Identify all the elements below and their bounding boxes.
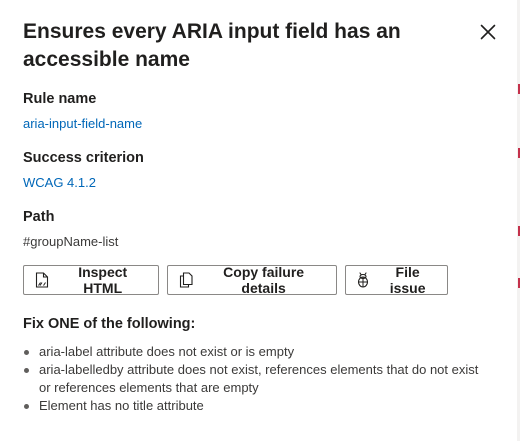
file-issue-label: File issue [389,264,426,296]
success-criterion-label: Success criterion [23,150,144,166]
bug-icon [356,272,370,288]
success-criterion-link[interactable]: WCAG 4.1.2 [23,175,96,190]
inspect-html-icon [34,272,49,288]
inspect-html-label: Inspect HTML [78,264,128,296]
list-item: Element has no title attribute [23,397,493,415]
path-value: #groupName-list [23,234,119,249]
list-item: aria-label attribute does not exist or i… [23,343,493,361]
bullet [24,350,29,355]
inspect-html-button[interactable]: Inspect HTML [23,264,159,296]
bullet [24,368,29,373]
copy-failure-details-button[interactable]: Copy failure details [167,264,337,296]
copy-failure-details-label: Copy failure details [223,264,305,296]
copy-icon [178,272,193,288]
close-icon [480,24,496,40]
fix-heading: Fix ONE of the following: [23,316,196,332]
list-item: aria-labelledby attribute does not exist… [23,361,493,397]
bullet [24,404,29,409]
panel-title: Ensures every ARIA input field has an ac… [23,20,401,71]
action-buttons: Inspect HTML Copy failure details File i… [23,264,448,296]
close-button[interactable] [476,20,500,44]
fix-item-text: aria-labelledby attribute does not exist… [39,362,479,395]
failure-details-panel: Ensures every ARIA input field has an ac… [0,0,520,441]
rule-name-link[interactable]: aria-input-field-name [23,116,142,131]
file-issue-button[interactable]: File issue [345,264,448,296]
fix-item-text: aria-label attribute does not exist or i… [39,344,295,359]
path-label: Path [23,209,55,225]
fix-item-text: Element has no title attribute [39,398,204,413]
fix-list: aria-label attribute does not exist or i… [23,343,493,415]
rule-name-label: Rule name [23,91,97,107]
